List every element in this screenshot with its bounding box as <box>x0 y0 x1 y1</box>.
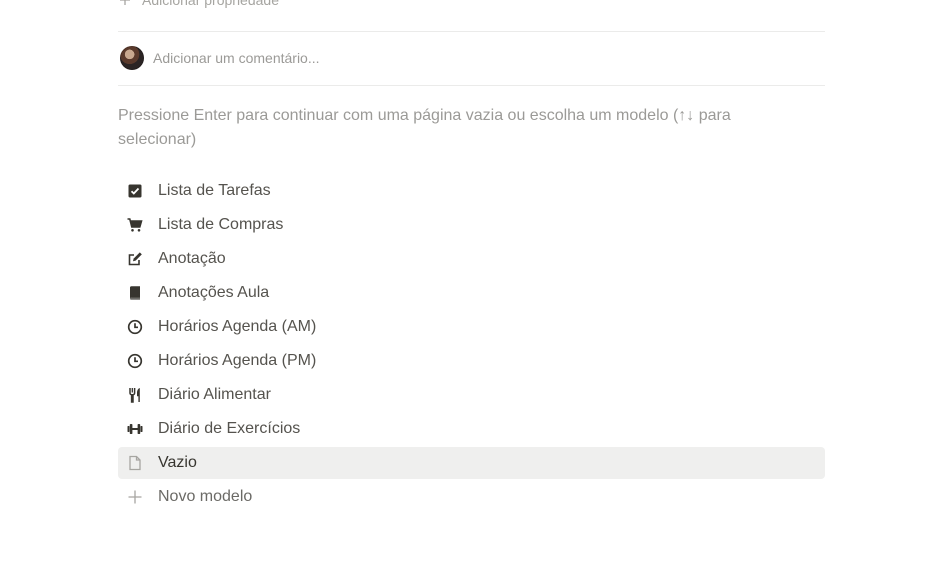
dumbbell-icon <box>118 413 152 445</box>
template-item-horarios-agenda-am[interactable]: Horários Agenda (AM) <box>118 311 825 343</box>
clock-icon <box>118 311 152 343</box>
template-item-lista-de-tarefas[interactable]: Lista de Tarefas <box>118 175 825 207</box>
template-item-anotacao[interactable]: Anotação <box>118 243 825 275</box>
shopping-cart-icon <box>118 209 152 241</box>
template-item-novo-modelo[interactable]: Novo modelo <box>118 481 825 513</box>
edit-note-icon <box>118 243 152 275</box>
clock-icon <box>118 345 152 377</box>
avatar <box>120 46 144 70</box>
template-hint-text: Pressione Enter para continuar com uma p… <box>118 107 731 148</box>
template-item-anotacoes-aula[interactable]: Anotações Aula <box>118 277 825 309</box>
template-label: Anotações Aula <box>158 284 270 301</box>
template-label: Anotação <box>158 250 226 267</box>
template-label: Novo modelo <box>158 488 253 505</box>
comment-input[interactable]: Adicionar um comentário... <box>153 50 320 66</box>
plus-icon <box>118 0 132 7</box>
template-label: Horários Agenda (PM) <box>158 352 317 369</box>
divider <box>118 31 825 32</box>
comment-row[interactable]: Adicionar um comentário... <box>120 44 320 72</box>
template-label: Diário Alimentar <box>158 386 271 403</box>
template-item-vazio[interactable]: Vazio <box>118 447 825 479</box>
template-label: Lista de Tarefas <box>158 182 271 199</box>
fork-knife-icon <box>118 379 152 411</box>
checkbox-icon <box>118 175 152 207</box>
blank-page-icon <box>118 447 152 479</box>
template-item-diario-de-exercicios[interactable]: Diário de Exercícios <box>118 413 825 445</box>
template-label: Diário de Exercícios <box>158 420 301 437</box>
template-label: Lista de Compras <box>158 216 284 233</box>
template-label: Vazio <box>158 454 197 471</box>
template-item-diario-alimentar[interactable]: Diário Alimentar <box>118 379 825 411</box>
template-label: Horários Agenda (AM) <box>158 318 317 335</box>
book-icon <box>118 277 152 309</box>
add-property-label: Adicionar propriedade <box>142 0 279 8</box>
plus-icon <box>118 481 152 513</box>
add-property-button[interactable]: Adicionar propriedade <box>118 0 279 12</box>
template-item-horarios-agenda-pm[interactable]: Horários Agenda (PM) <box>118 345 825 377</box>
template-item-lista-de-compras[interactable]: Lista de Compras <box>118 209 825 241</box>
divider <box>118 85 825 86</box>
template-list: Lista de Tarefas Lista de Compras Anotaç… <box>118 175 825 515</box>
